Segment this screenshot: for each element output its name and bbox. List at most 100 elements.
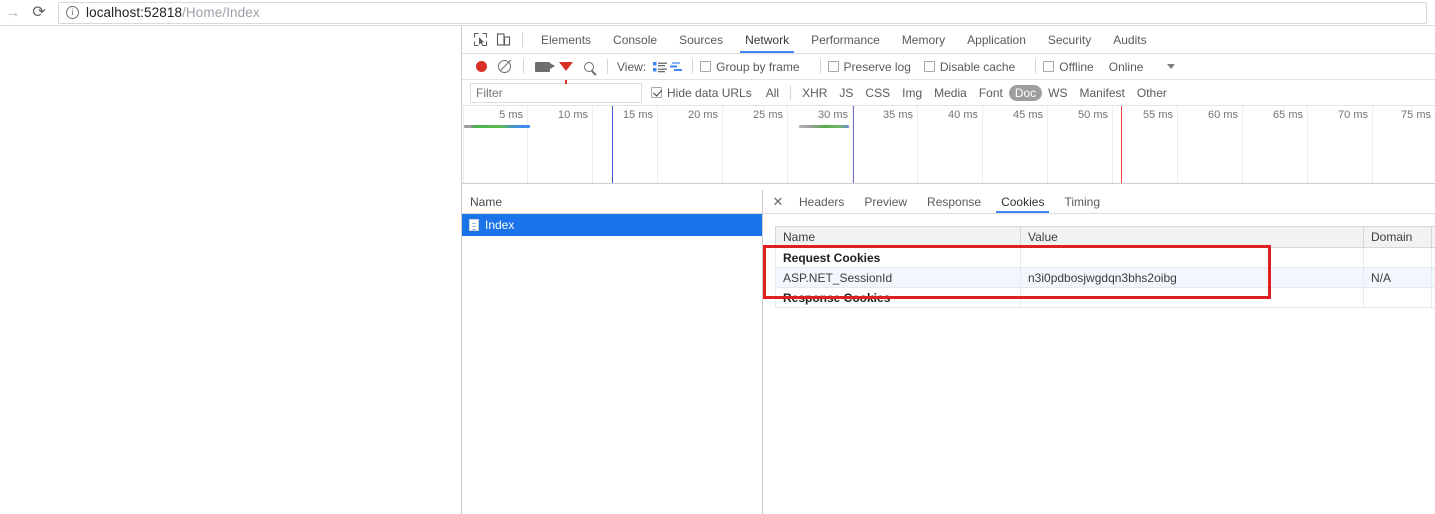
address-bar[interactable]: i localhost:52818/Home/Index [58,2,1427,24]
throttling-value[interactable]: Online [1109,60,1144,74]
timeline-tick-65ms: 65 ms [1273,109,1307,121]
request-name-column-header[interactable]: Name [462,190,762,214]
table-row[interactable]: Index [462,214,762,236]
filter-type-img[interactable]: Img [896,85,928,101]
chevron-down-icon[interactable] [1167,64,1175,69]
timeline-tick-40ms: 40 ms [948,109,982,121]
response-cookies-title: Response Cookies [776,288,1021,308]
filter-type-xhr[interactable]: XHR [796,85,833,101]
request-cookies-group-row: Request Cookies [776,248,1435,268]
cookie-path: N [1432,268,1435,288]
tab-application[interactable]: Application [956,26,1037,53]
column-header-value[interactable]: Value [1021,227,1364,248]
response-cookies-blank-value [1021,288,1364,308]
timeline-tick-75ms: 75 ms [1401,109,1435,121]
timeline-tick-5ms: 5 ms [499,109,527,121]
timeline-tick-55ms: 55 ms [1143,109,1177,121]
filter-type-other[interactable]: Other [1131,85,1173,101]
tab-timing[interactable]: Timing [1054,190,1110,213]
cookie-domain: N/A [1364,268,1432,288]
tabstrip-divider [522,32,523,47]
disable-cache-checkbox[interactable]: Disable cache [924,60,1015,74]
group-by-frame-checkbox[interactable]: Group by frame [700,60,799,74]
preserve-log-box[interactable] [828,61,839,72]
table-row[interactable]: ASP.NET_SessionId n3i0pdbosjwgdqn3bhs2oi… [776,268,1435,288]
view-label: View: [617,60,646,74]
column-header-domain[interactable]: Domain [1364,227,1432,248]
request-cookies-blank-domain [1364,248,1432,268]
timeline-tick-15ms: 15 ms [623,109,657,121]
filter-type-ws[interactable]: WS [1042,85,1073,101]
timeline-tick-50ms: 50 ms [1078,109,1112,121]
tab-elements[interactable]: Elements [530,26,602,53]
devtools-panel: Elements Console Sources Network Perform… [461,26,1435,514]
preserve-log-checkbox[interactable]: Preserve log [828,60,911,74]
record-button[interactable] [470,56,493,78]
screenshot-root: → ⟳ i localhost:52818/Home/Index [0,0,1435,514]
column-header-path[interactable]: P [1432,227,1435,248]
column-header-name[interactable]: Name [776,227,1021,248]
group-by-frame-box[interactable] [700,61,711,72]
toolbar-divider-5 [1035,59,1036,74]
group-by-frame-label: Group by frame [716,60,799,74]
tab-headers[interactable]: Headers [789,190,854,213]
disable-cache-box[interactable] [924,61,935,72]
toolbar-divider-2 [607,59,608,74]
timeline-tick-10ms: 10 ms [558,109,592,121]
timeline-tick-70ms: 70 ms [1338,109,1372,121]
toolbar-divider-1 [523,59,524,74]
disable-cache-label: Disable cache [940,60,1015,74]
tab-performance[interactable]: Performance [800,26,891,53]
filter-type-manifest[interactable]: Manifest [1074,85,1131,101]
reload-icon[interactable]: ⟳ [26,1,52,25]
hide-data-urls-box[interactable] [651,87,662,98]
forward-arrow-icon[interactable]: → [0,1,26,25]
tab-audits[interactable]: Audits [1102,26,1157,53]
tab-security[interactable]: Security [1037,26,1102,53]
waterfall-view-icon[interactable] [668,60,685,74]
timeline-tick-25ms: 25 ms [753,109,787,121]
timeline-tick-20ms: 20 ms [688,109,722,121]
camera-icon[interactable] [531,56,554,78]
list-view-icon[interactable] [651,60,668,74]
timeline-tick-35ms: 35 ms [883,109,917,121]
devtools-tabstrip: Elements Console Sources Network Perform… [462,26,1435,54]
filter-type-doc[interactable]: Doc [1009,85,1042,101]
close-icon[interactable]: ✕ [767,191,789,213]
offline-box[interactable] [1043,61,1054,72]
request-list-pane: Name Index [462,190,763,514]
request-detail-pane: ✕ Headers Preview Response Cookies Timin… [763,190,1435,514]
cookies-table: Name Value Domain P Request Cookies [775,226,1435,308]
device-toolbar-icon[interactable] [492,29,515,51]
filter-type-font[interactable]: Font [973,85,1009,101]
cookies-panel: Name Value Domain P Request Cookies [763,214,1435,514]
tab-memory[interactable]: Memory [891,26,956,53]
tab-sources[interactable]: Sources [668,26,734,53]
request-name: Index [485,218,514,232]
filter-type-js[interactable]: JS [833,85,859,101]
tab-network[interactable]: Network [734,26,800,53]
dom-content-loaded-line-2 [853,106,854,183]
tab-cookies[interactable]: Cookies [991,190,1054,213]
filter-type-media[interactable]: Media [928,85,973,101]
filter-type-all[interactable]: All [760,85,785,101]
tab-preview[interactable]: Preview [854,190,917,213]
response-cookies-blank-path [1432,288,1435,308]
network-overview-timeline[interactable]: 5 ms 10 ms 15 ms 20 ms 25 ms 30 ms 35 ms… [462,106,1435,184]
request-bar-2 [799,125,849,128]
network-filterbar: Hide data URLs All XHR JS CSS Img Media … [462,80,1435,106]
search-icon[interactable] [577,56,600,78]
offline-checkbox[interactable]: Offline [1043,60,1093,74]
filter-type-css[interactable]: CSS [859,85,896,101]
filter-input[interactable] [470,83,642,103]
toolbar-divider-3 [692,59,693,74]
offline-label: Offline [1059,60,1093,74]
tab-response[interactable]: Response [917,190,991,213]
page-info-icon[interactable]: i [66,6,79,19]
dom-content-loaded-line-1 [612,106,613,183]
clear-icon[interactable] [493,56,516,78]
hide-data-urls-checkbox[interactable]: Hide data URLs [651,86,752,100]
filter-funnel-icon[interactable] [554,56,577,78]
inspect-element-icon[interactable] [469,29,492,51]
tab-console[interactable]: Console [602,26,668,53]
